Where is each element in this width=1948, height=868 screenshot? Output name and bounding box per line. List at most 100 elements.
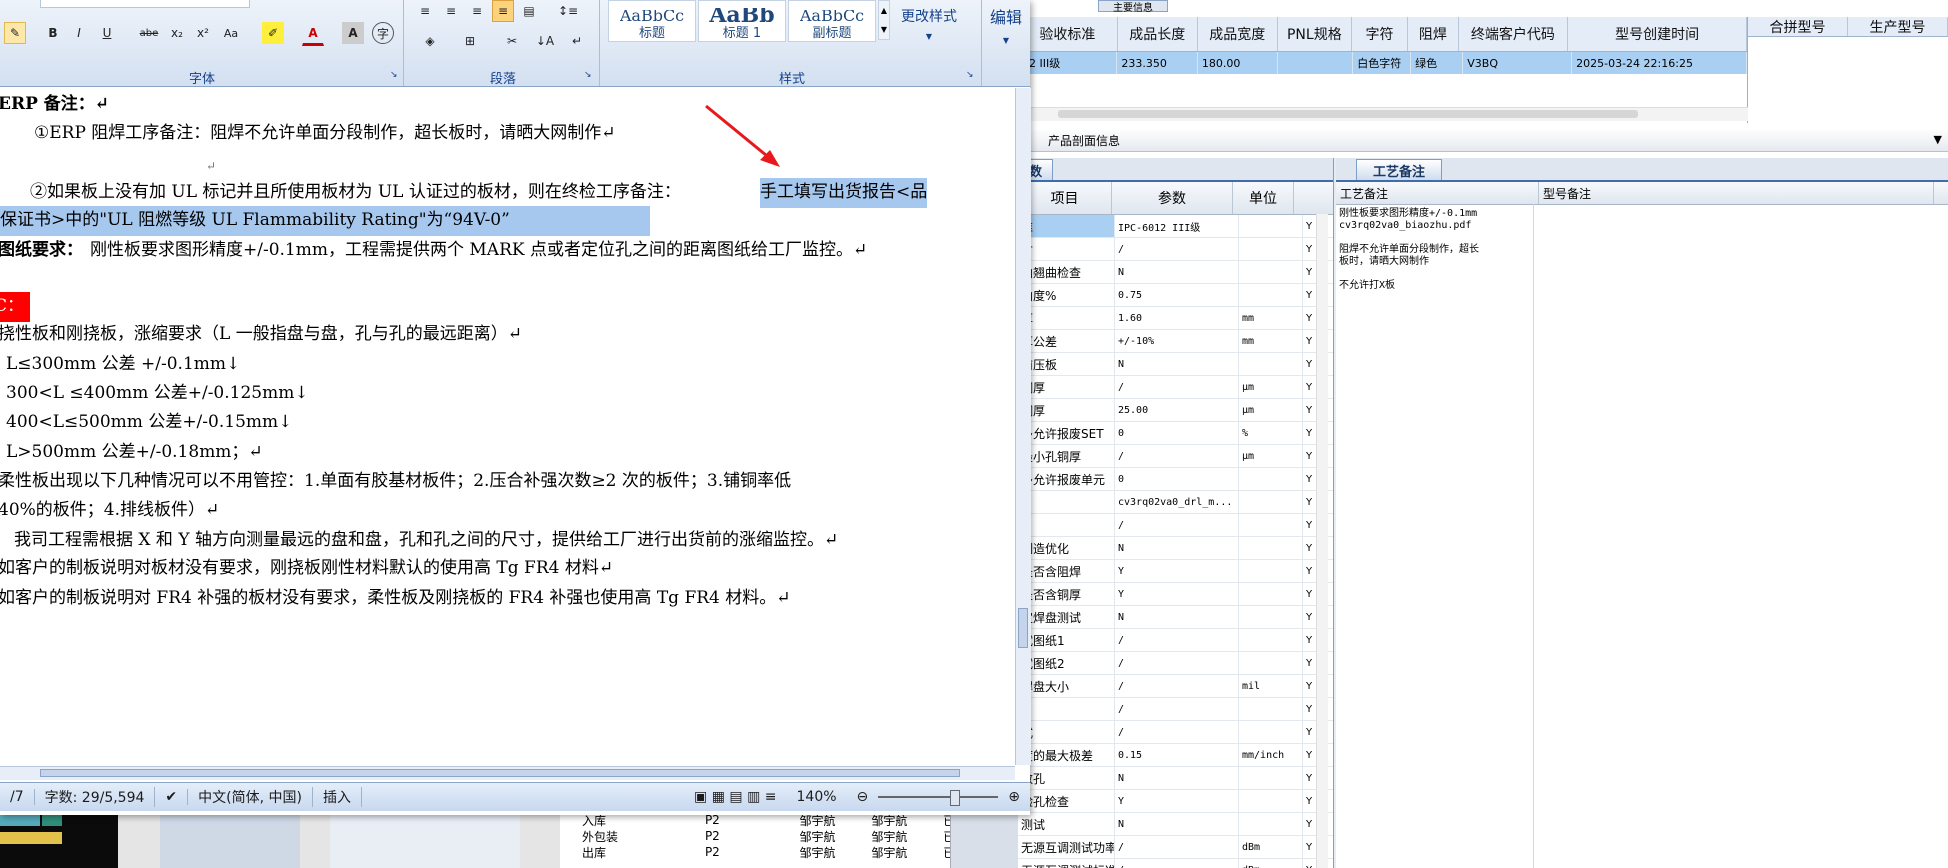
- enclose-char-icon[interactable]: 字: [372, 22, 394, 44]
- param-row[interactable]: 多允许报废单元 0 Y: [1018, 468, 1333, 491]
- grid-hscroll[interactable]: [1018, 107, 1748, 121]
- param-row[interactable]: 无源互调测试标准/dBmY: [1018, 859, 1333, 868]
- param-row[interactable]: 厚公差 +/-10% mm Y: [1018, 330, 1333, 353]
- zoom-slider[interactable]: [878, 790, 999, 806]
- sort-icon[interactable]: ↓A: [534, 30, 556, 52]
- param-cell-val[interactable]: /: [1115, 238, 1239, 260]
- italic-button[interactable]: I: [68, 22, 90, 44]
- zoom-level[interactable]: 140%: [787, 789, 847, 805]
- scroll-thumb[interactable]: [1018, 608, 1028, 648]
- section-bar[interactable]: 产品剖面信息 ▼: [1018, 130, 1948, 152]
- language-indicator[interactable]: 中文(简体, 中国): [188, 787, 313, 807]
- borders-icon[interactable]: ⊞: [454, 30, 486, 52]
- param-cell-val[interactable]: Y: [1115, 560, 1239, 582]
- param-cell-val[interactable]: +/-10%: [1115, 330, 1239, 352]
- param-cell-val[interactable]: 0.15: [1115, 744, 1239, 766]
- format-painter-icon[interactable]: ✎: [4, 22, 26, 44]
- scroll-thumb[interactable]: [1058, 110, 1638, 118]
- align-right-icon[interactable]: ≡: [466, 0, 488, 22]
- line-spacing-icon[interactable]: ↕≡: [552, 0, 584, 22]
- chevron-down-icon[interactable]: ▼: [881, 25, 887, 34]
- param-cell-val[interactable]: /: [1115, 652, 1239, 674]
- dialog-launcher-icon[interactable]: ↘: [390, 70, 398, 80]
- doc-hscroll[interactable]: [0, 766, 1015, 780]
- grid-row[interactable]: 12 III级 233.350 180.00 白色字符 绿色 V3BQ 2025…: [1018, 52, 1747, 74]
- page-count[interactable]: /7: [0, 789, 35, 805]
- param-row[interactable]: 焊盘大小 / mil Y: [1018, 675, 1333, 698]
- col-value[interactable]: 参数: [1112, 182, 1233, 214]
- col-char[interactable]: 字符: [1352, 17, 1409, 51]
- dialog-launcher-icon[interactable]: ↘: [584, 70, 592, 80]
- param-row[interactable]: 曲翘曲检查 N Y: [1018, 261, 1333, 284]
- param-cell-val[interactable]: /: [1115, 376, 1239, 398]
- param-row[interactable]: 试图纸1/ Y: [1018, 629, 1333, 652]
- chinese-layout-icon[interactable]: ✂: [496, 30, 528, 52]
- zoom-slider-thumb[interactable]: [950, 790, 961, 806]
- param-row[interactable]: 铜厚 / μm Y: [1018, 376, 1333, 399]
- param-row[interactable]: 曲度% 0.75 Y: [1018, 284, 1333, 307]
- bold-button[interactable]: B: [42, 22, 64, 44]
- word-count[interactable]: 字数: 29/5,594: [35, 787, 156, 807]
- param-cell-val[interactable]: /: [1115, 514, 1239, 536]
- doc-vscroll[interactable]: [1015, 88, 1031, 765]
- param-row[interactable]: / Y: [1018, 514, 1333, 537]
- param-row[interactable]: cv3rq02va0_drl_m... Y: [1018, 491, 1333, 514]
- chevron-up-icon[interactable]: ▲: [881, 6, 887, 15]
- param-row[interactable]: 是否含铜厚 Y Y: [1018, 583, 1333, 606]
- superscript-button[interactable]: x²: [192, 22, 214, 44]
- top-tab[interactable]: 主要信息: [1098, 0, 1168, 14]
- param-row[interactable]: 多允许报废SET 0% Y: [1018, 422, 1333, 445]
- param-row[interactable]: 是否含阻焊 Y Y: [1018, 560, 1333, 583]
- param-cell-val[interactable]: Y: [1115, 583, 1239, 605]
- font-name-box[interactable]: [40, 0, 250, 8]
- col-pnl[interactable]: PNL规格: [1278, 17, 1352, 51]
- col-process-note[interactable]: 工艺备注: [1336, 182, 1539, 204]
- param-row[interactable]: 数孔 N Y: [1018, 767, 1333, 790]
- col-customer[interactable]: 终端客户代码: [1459, 17, 1569, 51]
- param-row[interactable]: / Y: [1018, 698, 1333, 721]
- col-created[interactable]: 型号创建时间: [1568, 17, 1748, 51]
- zoom-in-icon[interactable]: ⊕: [998, 789, 1030, 805]
- style-heading1[interactable]: AaBb 标题 1: [698, 0, 786, 42]
- col-mask[interactable]: 阻焊: [1408, 17, 1459, 51]
- param-row[interactable]: 寸/ Y: [1018, 238, 1333, 261]
- justify-icon[interactable]: ≡: [492, 0, 514, 22]
- param-vscroll[interactable]: [1316, 214, 1328, 868]
- spell-check-icon[interactable]: ✔: [155, 789, 189, 805]
- param-cell-val[interactable]: /: [1115, 629, 1239, 651]
- param-cell-val[interactable]: N: [1115, 606, 1239, 628]
- tab-process-notes[interactable]: 工艺备注: [1356, 159, 1443, 180]
- param-cell-val[interactable]: 0: [1115, 422, 1239, 444]
- font-color-button[interactable]: A: [302, 22, 324, 46]
- param-row[interactable]: 前压板 N Y: [1018, 353, 1333, 376]
- param-row[interactable]: 测试 N Y: [1018, 813, 1333, 836]
- subscript-button[interactable]: x₂: [166, 22, 188, 44]
- param-cell-val[interactable]: /: [1115, 721, 1239, 743]
- align-center-icon[interactable]: ≡: [440, 0, 462, 22]
- param-cell-val[interactable]: N: [1115, 767, 1239, 789]
- param-cell-val[interactable]: /: [1115, 859, 1239, 868]
- shading-icon[interactable]: ◈: [414, 30, 446, 52]
- underline-button[interactable]: U: [96, 22, 118, 44]
- align-left-icon[interactable]: ≡: [414, 0, 436, 22]
- param-row[interactable]: 铜厚 25.00 μm Y: [1018, 399, 1333, 422]
- col-model-note[interactable]: 型号备注: [1539, 182, 1934, 204]
- param-row[interactable]: 试图纸2/ Y: [1018, 652, 1333, 675]
- param-cell-val[interactable]: /: [1115, 698, 1239, 720]
- col-acceptance[interactable]: 验收标准: [1018, 17, 1118, 51]
- show-marks-icon[interactable]: ↵: [566, 30, 588, 52]
- param-cell-val[interactable]: 0.75: [1115, 284, 1239, 306]
- document-page[interactable]: ERP 备注：↵ ①ERP 阻焊工序备注：阻焊不允许单面分段制作，超长板时，请晒…: [0, 88, 1015, 765]
- insert-mode[interactable]: 插入: [313, 787, 362, 807]
- param-cell-val[interactable]: 1.60: [1115, 307, 1239, 329]
- param-row[interactable]: 准IPC-6012 III级 Y: [1018, 215, 1333, 238]
- change-styles-button[interactable]: 更改样式 ▼: [894, 8, 964, 48]
- param-cell-val[interactable]: /: [1115, 445, 1239, 467]
- process-note-text[interactable]: 刚性板要求图形精度+/-0.1mm cv3rq02va0_biaozhu.pdf 阻…: [1336, 204, 1534, 868]
- col-width[interactable]: 成品宽度: [1198, 17, 1278, 51]
- param-row[interactable]: 无源互调测试功率 / dBm Y: [1018, 836, 1333, 859]
- chevron-down-icon[interactable]: ▼: [1934, 133, 1942, 146]
- col-production[interactable]: 生产型号: [1848, 17, 1948, 36]
- param-cell-val[interactable]: cv3rq02va0_drl_m...: [1115, 491, 1239, 513]
- style-title[interactable]: AaBbCc 标题: [608, 0, 696, 42]
